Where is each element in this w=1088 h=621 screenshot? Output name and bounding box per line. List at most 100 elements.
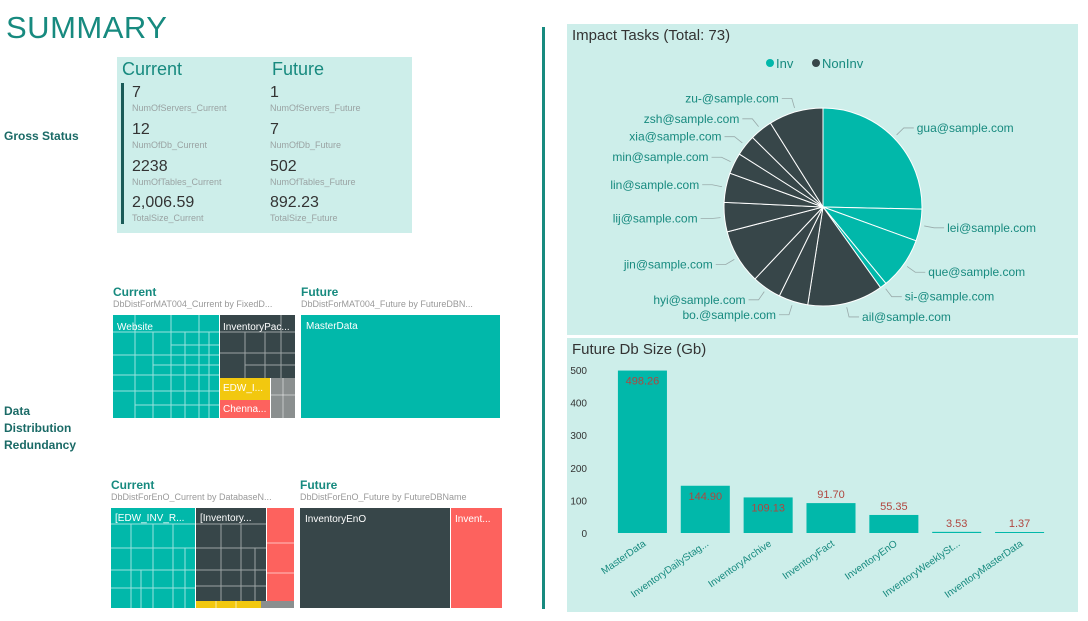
treemap-cell-label: Invent... <box>455 514 491 525</box>
pie-slice-label: zsh@sample.com <box>644 112 740 126</box>
bar <box>932 531 982 533</box>
kpi-future-label: NumOfTables_Future <box>270 177 356 187</box>
pie-slice-label: lei@sample.com <box>947 221 1036 235</box>
treemap-cell-label: [Inventory... <box>200 513 252 524</box>
impact-tasks-pie-chart[interactable]: Inv NonInv gua@sample.com lei@sample.com que… <box>567 24 1078 335</box>
bar <box>617 370 667 533</box>
bar <box>869 514 919 533</box>
pie-leader-line <box>924 225 945 229</box>
pie-slice-label: jin@sample.com <box>623 257 713 271</box>
kpi-current-value: 2,006.59 <box>132 194 195 211</box>
treemap-eno-current-title: Current <box>111 478 155 492</box>
pie-leader-line <box>724 136 743 144</box>
pie-slice-label: hyi@sample.com <box>653 293 745 307</box>
treemap-mat004-future-title: Future <box>301 285 339 299</box>
bar-value-label: 498.26 <box>626 376 660 388</box>
kpi-future-label: NumOfDb_Future <box>270 140 342 150</box>
y-tick-label: 400 <box>570 399 587 410</box>
legend-label: NonInv <box>822 56 864 71</box>
kpi-future-value: 7 <box>270 121 279 138</box>
treemap-mat004-future[interactable]: MasterData <box>301 315 500 418</box>
y-tick-label: 500 <box>570 366 587 377</box>
future-db-size-panel: Future Db Size (Gb) 0 100 200 300 400 500 498.… <box>567 338 1078 612</box>
kpi-future-value: 892.23 <box>270 194 319 211</box>
bar-value-label: 109.13 <box>751 502 785 514</box>
pie-leader-line <box>906 266 926 273</box>
pie-slice-label: zu-@sample.com <box>685 91 779 105</box>
treemap-mat004-future-subtitle: DbDistForMAT004_Future by FutureDBN... <box>301 299 473 309</box>
treemap-mat004-current[interactable]: Website InventoryPac... EDW_I... Chenna.… <box>113 315 295 418</box>
impact-tasks-panel: Impact Tasks (Total: 73) Inv NonInv gua@sa… <box>567 24 1078 335</box>
kpi-current-label: TotalSize_Current <box>132 213 204 223</box>
pie-slice-label: bo.@sample.com <box>682 308 776 322</box>
kpi-future-label: TotalSize_Future <box>270 213 338 223</box>
treemap-cell-label: EDW_I... <box>223 383 264 394</box>
treemap-eno-future-secondary[interactable]: Invent... <box>451 508 502 608</box>
treemap-cell-label: [EDW_INV_R... <box>115 513 185 524</box>
treemap-cell-label: MasterData <box>306 321 358 332</box>
pie-slice <box>822 107 923 210</box>
future-header: Future <box>272 59 325 79</box>
pie-leader-line <box>779 305 793 316</box>
pie-slice-label: si-@sample.com <box>905 290 995 304</box>
x-category-label: InventoryArchive <box>707 538 775 590</box>
kpi-current-label: NumOfTables_Current <box>132 177 222 187</box>
treemap-cell-label: InventoryPac... <box>223 322 290 333</box>
kpi-current-value: 12 <box>132 121 150 138</box>
legend-label: Inv <box>776 56 794 71</box>
treemap-eno-future-title: Future <box>300 478 338 492</box>
treemap-eno-current-subtitle: DbDistForEnO_Current by DatabaseN... <box>111 492 272 502</box>
bar-value-label: 144.90 <box>688 491 722 503</box>
y-tick-label: 300 <box>570 431 587 442</box>
kpi-current-value: 7 <box>132 84 141 101</box>
gross-status-card: Current Future 7 NumOfServers_Current 1 … <box>117 57 412 233</box>
y-tick-label: 200 <box>570 464 587 475</box>
x-category-label: InventoryEnO <box>843 538 900 582</box>
pie-slice-label: gua@sample.com <box>917 121 1014 135</box>
bar <box>995 532 1045 533</box>
pie-leader-line <box>742 118 759 127</box>
data-distribution-label: Data Distribution Redundancy <box>4 404 77 452</box>
pie-leader-line <box>700 217 721 220</box>
treemap-eno-current[interactable]: [EDW_INV_R... [Inventory... <box>111 508 294 608</box>
kpi-current-label: NumOfDb_Current <box>132 140 208 150</box>
legend-dot <box>812 59 820 67</box>
pie-slice-label: xia@sample.com <box>629 130 721 144</box>
kpi-current-value: 2238 <box>132 158 168 175</box>
treemap-cell-label: Chenna... <box>223 404 267 415</box>
pie-slice-label: lin@sample.com <box>610 178 699 192</box>
kpi-accent-bar <box>121 83 124 224</box>
current-header: Current <box>122 59 183 79</box>
y-tick-label: 100 <box>570 496 587 507</box>
kpi-future-label: NumOfServers_Future <box>270 103 361 113</box>
pie-leader-line <box>781 97 795 109</box>
treemap-eno-future-subtitle: DbDistForEnO_Future by FutureDBName <box>300 492 467 502</box>
treemap-eno-future-main[interactable]: InventoryEnO <box>300 508 450 608</box>
pie-leader-line <box>885 288 902 298</box>
treemap-cell-label: InventoryEnO <box>305 514 367 525</box>
section-divider <box>542 27 545 609</box>
pie-leader-line <box>896 127 914 136</box>
x-category-label: InventoryFact <box>781 538 837 582</box>
pie-slice-label: ail@sample.com <box>862 310 951 324</box>
pie-leader-line <box>711 156 731 162</box>
bar-value-label: 55.35 <box>880 501 908 513</box>
y-tick-label: 0 <box>581 529 587 540</box>
future-db-size-bar-chart[interactable]: 0 100 200 300 400 500 498.26 MasterData 144.90 In… <box>567 338 1078 612</box>
pie-slice-label: min@sample.com <box>612 150 708 164</box>
bar-value-label: 1.37 <box>1009 518 1030 530</box>
pie-leader-line <box>702 184 723 188</box>
legend-dot <box>766 59 774 67</box>
pie-leader-line <box>715 259 735 265</box>
bar-value-label: 3.53 <box>946 518 967 530</box>
pie-legend: Inv NonInv <box>766 56 864 71</box>
pie-leader-line <box>846 307 860 318</box>
bar-value-label: 91.70 <box>817 489 845 501</box>
gross-status-label: Gross Status <box>4 129 79 143</box>
pie-slice-label: lij@sample.com <box>613 212 698 226</box>
treemap-mat004-current-title: Current <box>113 285 157 299</box>
kpi-future-value: 1 <box>270 84 279 101</box>
x-category-label: MasterData <box>600 538 649 577</box>
pie-leader-line <box>748 291 765 301</box>
pie-slice-label: que@sample.com <box>928 265 1025 279</box>
